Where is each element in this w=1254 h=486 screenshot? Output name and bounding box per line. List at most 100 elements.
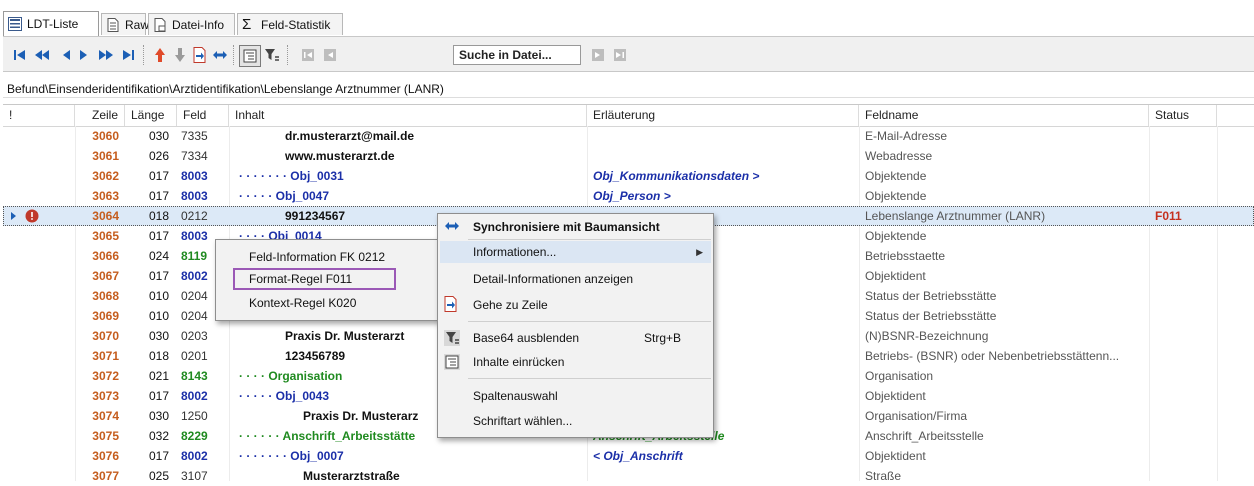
arrow-up-icon[interactable] [151, 46, 169, 64]
menu-item-spaltenauswahl[interactable]: Spaltenauswahl [473, 385, 558, 407]
row-feld: 8003 [181, 169, 208, 183]
filter-icon[interactable] [263, 46, 281, 64]
toolbar-separator [143, 45, 145, 65]
column-header-feld[interactable]: Feld [177, 105, 229, 126]
row-status: F011 [1155, 209, 1182, 223]
tab-label: LDT-Liste [27, 17, 79, 31]
goto-line-icon[interactable] [191, 46, 209, 64]
row-zeile: 3076 [92, 449, 119, 463]
row-feldname: Webadresse [865, 149, 933, 163]
table-row[interactable]: 3061 026 7334 www.musterarzt.de Webadresse [3, 146, 1254, 166]
row-feld: 8002 [181, 449, 208, 463]
menu-item-format-regel[interactable]: Format-Regel F011 [233, 268, 396, 290]
row-zeile: 3062 [92, 169, 119, 183]
row-laenge: 010 [148, 309, 169, 323]
table-row[interactable]: 3076 017 8002 · · · · · · · Obj_0007 < Obj_A… [3, 446, 1254, 466]
table-row[interactable]: 3062 017 8003 · · · · · · · Obj_0031 Obj_Kom… [3, 166, 1254, 186]
row-zeile: 3074 [92, 409, 119, 423]
row-erlaeuterung [593, 146, 855, 166]
search-input[interactable]: Suche in Datei... [453, 45, 581, 65]
row-feldname: Straße [865, 469, 902, 483]
menu-item-base64-ausblenden[interactable]: Base64 ausblenden [473, 327, 579, 349]
column-header-erlaeuterung[interactable]: Erläuterung [587, 105, 859, 126]
menu-separator [468, 239, 711, 240]
column-header-status[interactable]: Status [1149, 105, 1217, 126]
row-status [1155, 266, 1215, 286]
tab-label: Datei-Info [172, 17, 225, 32]
menu-item-synchronisiere[interactable]: Synchronisiere mit Baumansicht [473, 216, 660, 238]
row-feldname: Lebenslange Arztnummer (LANR) [865, 209, 1046, 223]
row-feldname: Objektident [865, 389, 926, 403]
row-inhalt: dr.musterarzt@mail.de [285, 129, 415, 143]
tab-label: Raw [125, 17, 150, 32]
tab-bar: LDT-Liste Raw Datei-Info Σ Feld-Statisti… [0, 0, 1254, 38]
search-next-icon[interactable] [589, 46, 607, 64]
next-icon[interactable] [75, 46, 93, 64]
row-feldname: Organisation/Firma [865, 409, 968, 423]
menu-item-inhalte-einruecken[interactable]: Inhalte einrücken [473, 351, 564, 373]
row-status [1155, 326, 1215, 346]
row-feldname: E-Mail-Adresse [865, 129, 948, 143]
column-header-zeile[interactable]: Zeile [75, 105, 125, 126]
row-erlaeuterung [593, 126, 855, 146]
row-feldname: Betriebsstaette [865, 249, 946, 263]
table-row[interactable]: 3063 017 8003 · · · · · Obj_0047 Obj_Person … [3, 186, 1254, 206]
row-feld: 0203 [181, 329, 208, 343]
menu-item-label: Informationen... [473, 245, 557, 259]
tab-raw[interactable]: Raw [101, 13, 150, 35]
document-icon [106, 17, 120, 32]
table-row[interactable]: 3060 030 7335 dr.musterarzt@mail.de E-Mail-A… [3, 126, 1254, 146]
row-zeile: 3066 [92, 249, 119, 263]
toolbar-separator [233, 45, 235, 65]
current-row-marker-icon [7, 206, 47, 226]
fast-forward-icon[interactable] [97, 46, 115, 64]
column-header-inhalt[interactable]: Inhalt [229, 105, 587, 126]
row-status [1155, 386, 1215, 406]
menu-item-kontext-regel[interactable]: Kontext-Regel K020 [249, 292, 356, 314]
row-feldname: Objektende [865, 229, 927, 243]
fast-back-icon[interactable] [33, 46, 51, 64]
toolbar-separator [287, 45, 289, 65]
breadcrumb: Befund\Einsenderidentifikation\Arztident… [3, 80, 1254, 98]
arrow-down-icon[interactable] [171, 46, 189, 64]
last-record-icon[interactable] [119, 46, 137, 64]
row-laenge: 017 [148, 229, 169, 243]
row-feldname: Objektende [865, 169, 927, 183]
row-feld: 0212 [181, 209, 208, 223]
menu-item-feld-information[interactable]: Feld-Information FK 0212 [249, 246, 385, 268]
tab-datei-info[interactable]: Datei-Info [148, 13, 235, 35]
row-feld: 0201 [181, 349, 208, 363]
tab-ldt-liste[interactable]: LDT-Liste [3, 11, 99, 36]
search-first-icon[interactable] [299, 46, 317, 64]
row-laenge: 017 [148, 189, 169, 203]
column-header-flag[interactable]: ! [3, 105, 75, 126]
row-zeile: 3077 [92, 469, 119, 483]
menu-separator [468, 321, 711, 322]
menu-item-informationen[interactable]: Informationen... ▶ [440, 241, 711, 263]
row-status [1155, 466, 1215, 486]
column-header-laenge[interactable]: Länge [125, 105, 177, 126]
menu-item-schriftart-waehlen[interactable]: Schriftart wählen... [473, 410, 572, 432]
table-row[interactable]: 3077 025 3107 Musterarztstraße Straße [3, 466, 1254, 486]
row-feldname: Anschrift_Arbeitsstelle [865, 429, 984, 443]
row-feldname: Organisation [865, 369, 934, 383]
goto-line-icon [444, 296, 460, 312]
left-right-arrows-icon[interactable] [211, 46, 229, 64]
row-inhalt: www.musterarzt.de [285, 149, 395, 163]
row-laenge: 018 [148, 209, 169, 223]
indent-icon[interactable] [239, 45, 261, 67]
first-record-icon[interactable] [11, 46, 29, 64]
row-status [1155, 346, 1215, 366]
row-feld: 8003 [181, 189, 208, 203]
column-header-feldname[interactable]: Feldname [859, 105, 1149, 126]
tab-feld-statistik[interactable]: Σ Feld-Statistik [237, 13, 343, 35]
search-previous-icon[interactable] [321, 46, 339, 64]
menu-item-detail-informationen[interactable]: Detail-Informationen anzeigen [473, 268, 633, 290]
search-last-icon[interactable] [611, 46, 629, 64]
previous-icon[interactable] [57, 46, 75, 64]
menu-item-gehe-zu-zeile[interactable]: Gehe zu Zeile [473, 294, 548, 316]
row-zeile: 3073 [92, 389, 119, 403]
row-inhalt: · · · · · · · Obj_0007 [239, 449, 344, 463]
row-zeile: 3060 [92, 129, 119, 143]
row-inhalt: · · · · · Obj_0047 [239, 189, 330, 203]
